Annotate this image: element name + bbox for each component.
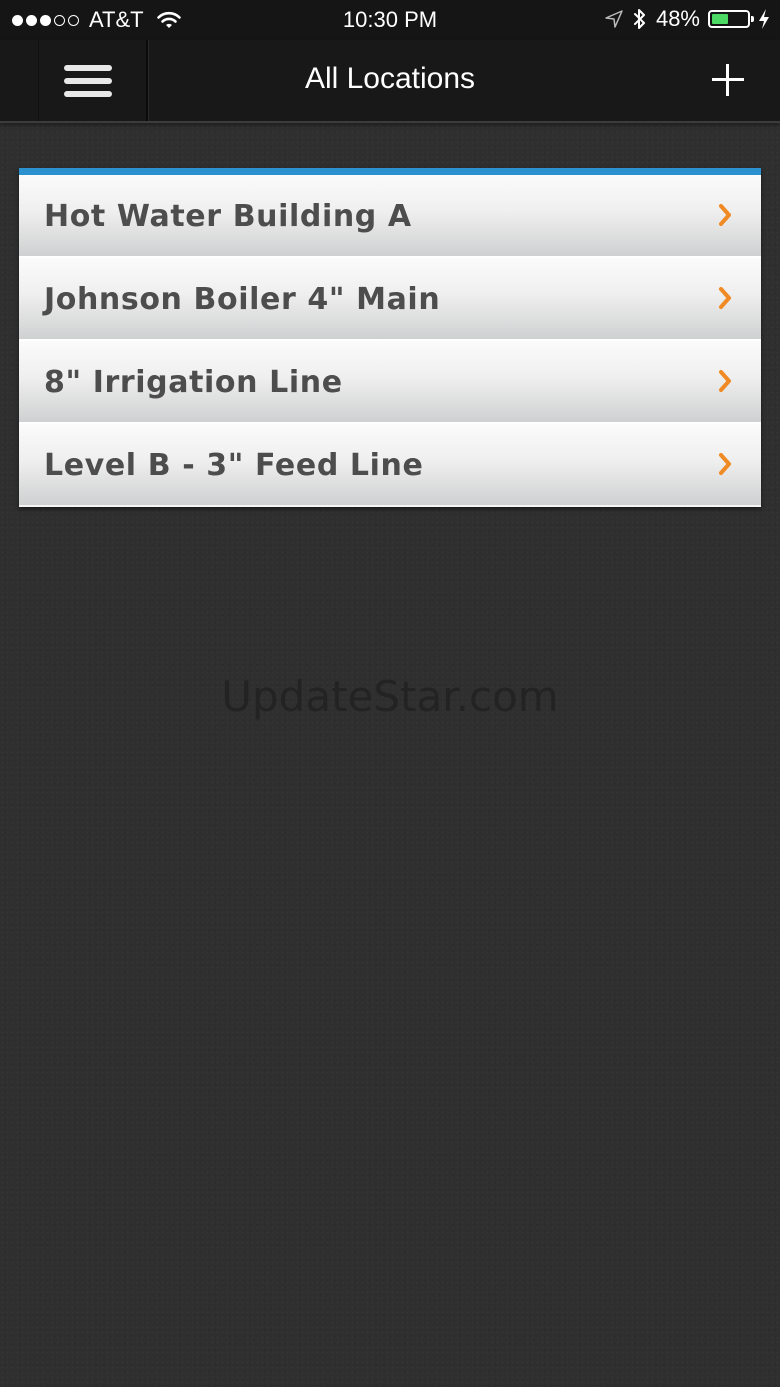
chevron-right-icon bbox=[719, 453, 731, 475]
battery-icon bbox=[708, 10, 754, 28]
add-location-button[interactable] bbox=[706, 58, 750, 102]
nav-bar: All Locations bbox=[0, 40, 780, 123]
location-item-label: Hot Water Building A bbox=[44, 199, 412, 234]
plus-icon-bar bbox=[726, 64, 729, 96]
status-right: 48% bbox=[604, 6, 770, 32]
location-item[interactable]: Hot Water Building A bbox=[19, 175, 761, 258]
watermark-text: UpdateStar.com bbox=[221, 672, 559, 721]
location-item-label: Johnson Boiler 4" Main bbox=[44, 282, 441, 317]
battery-tip bbox=[751, 16, 754, 22]
location-icon bbox=[605, 10, 623, 28]
chevron-right-icon bbox=[719, 204, 731, 226]
locations-list: Hot Water Building A Johnson Boiler 4" M… bbox=[19, 168, 761, 507]
charging-icon bbox=[759, 9, 769, 29]
location-item[interactable]: 8" Irrigation Line bbox=[19, 341, 761, 424]
location-item[interactable]: Johnson Boiler 4" Main bbox=[19, 258, 761, 341]
battery-level-fill bbox=[712, 14, 728, 24]
chevron-right-icon bbox=[719, 370, 731, 392]
status-bar: AT&T 10:30 PM 48% bbox=[0, 0, 780, 40]
bluetooth-icon bbox=[633, 9, 645, 29]
app-screen: AT&T 10:30 PM 48% All Locations Hot Wate… bbox=[0, 0, 780, 1387]
location-item-label: Level B - 3" Feed Line bbox=[44, 448, 424, 483]
chevron-right-icon bbox=[719, 287, 731, 309]
location-item[interactable]: Level B - 3" Feed Line bbox=[19, 424, 761, 507]
location-item-label: 8" Irrigation Line bbox=[44, 365, 343, 400]
page-title: All Locations bbox=[304, 62, 476, 95]
battery-percent: 48% bbox=[655, 6, 700, 31]
